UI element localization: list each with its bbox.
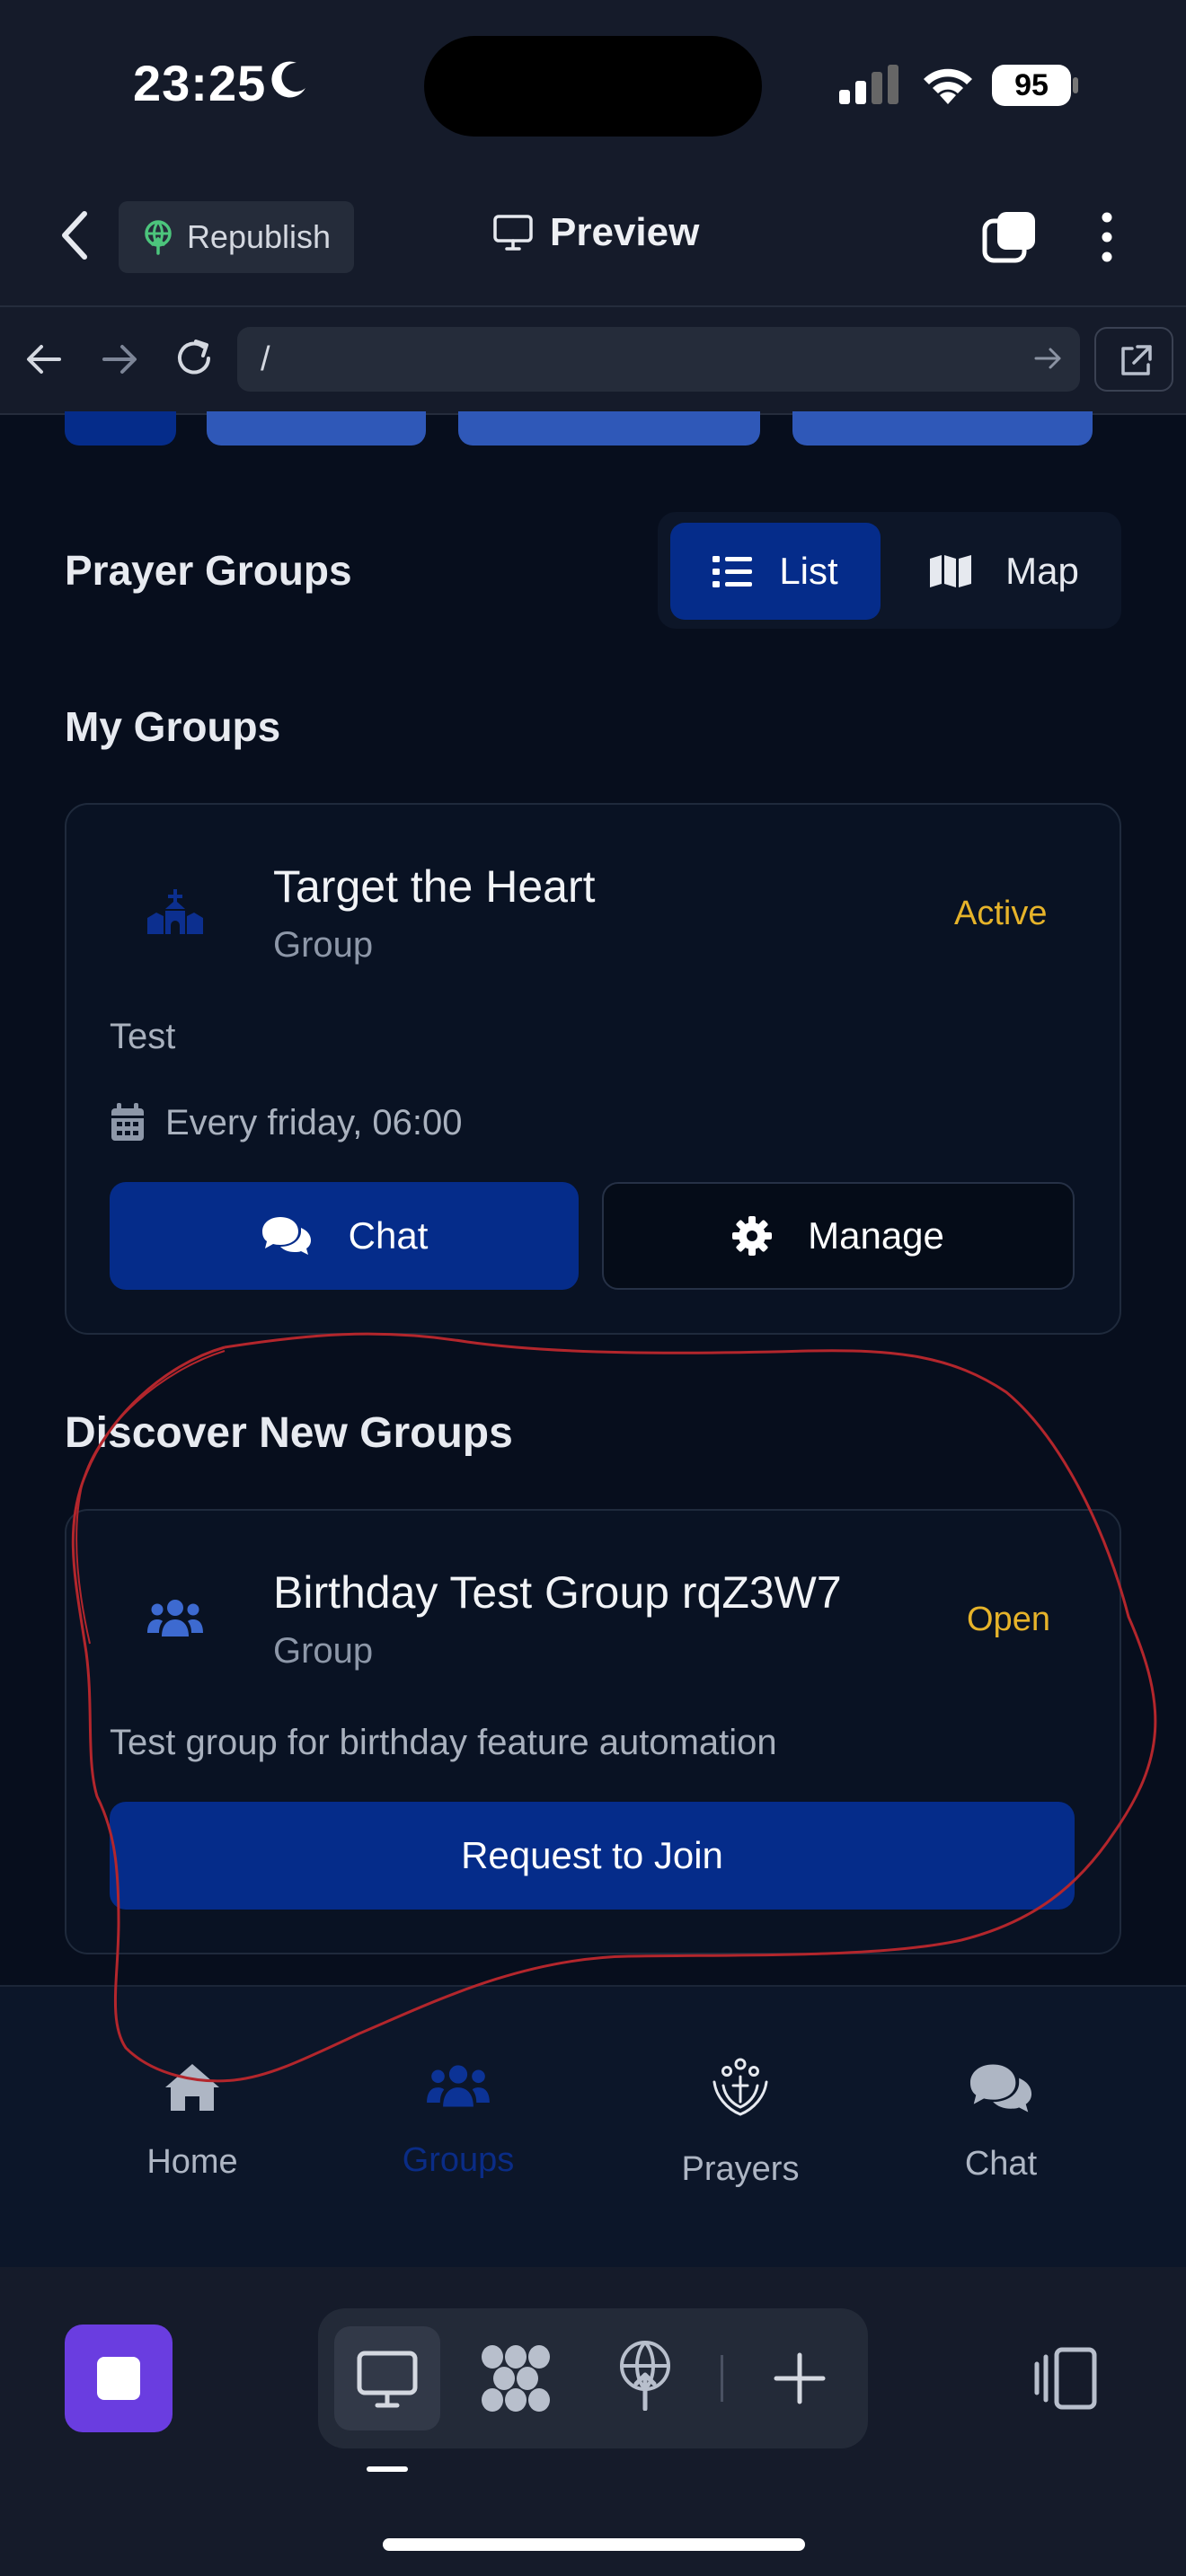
nav-item-chat[interactable]: Chat xyxy=(911,2062,1091,2183)
filter-chip[interactable] xyxy=(458,411,760,446)
battery-level: 95 xyxy=(992,65,1071,106)
url-field[interactable]: / xyxy=(237,327,1080,392)
republish-button[interactable]: Republish xyxy=(119,201,354,273)
device-toggle-icon[interactable] xyxy=(1033,2346,1100,2411)
republish-label: Republish xyxy=(186,218,332,255)
map-icon xyxy=(930,555,972,587)
home-indicator[interactable] xyxy=(383,2538,805,2551)
manage-label: Manage xyxy=(808,1214,944,1257)
filter-chip[interactable] xyxy=(792,411,1093,446)
calendar-icon xyxy=(111,1103,144,1141)
praying-hands-icon xyxy=(712,2058,768,2116)
preview-label: Preview xyxy=(550,210,700,254)
nav-label: Groups xyxy=(402,2141,515,2179)
group-schedule: Every friday, 06:00 xyxy=(165,1103,463,1142)
back-button[interactable] xyxy=(54,207,97,264)
page-title: Prayer Groups xyxy=(65,547,352,594)
list-label: List xyxy=(779,550,838,592)
users-icon xyxy=(427,2065,490,2107)
reload-icon[interactable] xyxy=(174,338,216,379)
comments-icon xyxy=(261,1217,311,1255)
plus-icon[interactable] xyxy=(771,2350,828,2407)
open-external-button[interactable] xyxy=(1094,327,1173,392)
list-icon xyxy=(712,556,753,587)
monitor-icon xyxy=(357,2351,418,2408)
battery-cap xyxy=(1073,77,1078,93)
status-badge: Active xyxy=(954,895,1048,932)
manage-button[interactable]: Manage xyxy=(602,1182,1075,1290)
url-go-icon[interactable] xyxy=(1033,345,1064,372)
group-description: Test group for birthday feature automati… xyxy=(110,1723,777,1762)
home-icon xyxy=(165,2064,219,2111)
tabs-icon[interactable] xyxy=(981,208,1039,266)
chat-button[interactable]: Chat xyxy=(110,1182,579,1290)
group-name: Target the Heart xyxy=(273,861,596,912)
filter-chip[interactable] xyxy=(65,411,176,446)
nav-label: Chat xyxy=(964,2145,1038,2183)
browser-forward-icon[interactable] xyxy=(101,343,138,375)
monitor-icon xyxy=(493,215,533,251)
group-name: Birthday Test Group rqZ3W7 xyxy=(273,1567,842,1618)
comments-icon xyxy=(969,2064,1032,2113)
stop-icon xyxy=(97,2357,140,2400)
active-tool-indicator xyxy=(367,2466,408,2472)
request-to-join-button[interactable]: Request to Join xyxy=(110,1802,1075,1910)
group-type: Group xyxy=(273,1631,374,1671)
publish-globe-icon xyxy=(145,220,172,255)
gear-icon xyxy=(732,1216,773,1256)
desktop-preview-button[interactable] xyxy=(334,2326,440,2430)
divider xyxy=(721,2355,723,2402)
users-icon xyxy=(147,1600,203,1636)
discover-heading: Discover New Groups xyxy=(65,1409,513,1457)
status-time: 23:25 xyxy=(133,55,267,111)
group-type: Group xyxy=(273,925,374,965)
nav-label: Home xyxy=(146,2143,238,2181)
components-icon[interactable] xyxy=(478,2342,553,2414)
status-badge: Open xyxy=(967,1601,1050,1638)
nav-label: Prayers xyxy=(681,2150,800,2188)
external-link-icon xyxy=(1121,345,1152,375)
cellular-signal-icon xyxy=(839,65,898,104)
nav-item-home[interactable]: Home xyxy=(102,2062,282,2182)
map-view-button[interactable]: Map xyxy=(898,523,1109,620)
browser-back-icon[interactable] xyxy=(25,343,63,375)
my-groups-heading: My Groups xyxy=(65,703,281,750)
church-icon xyxy=(147,889,203,934)
chat-label: Chat xyxy=(348,1214,429,1257)
nav-item-prayers[interactable]: Prayers xyxy=(651,2057,830,2189)
preview-title: Preview xyxy=(492,210,699,255)
dynamic-island xyxy=(424,36,762,137)
list-view-button[interactable]: List xyxy=(670,523,881,620)
group-description: Test xyxy=(110,1017,176,1056)
nav-item-groups[interactable]: Groups xyxy=(368,2062,548,2180)
wifi-icon xyxy=(924,68,972,104)
map-label: Map xyxy=(1005,550,1079,592)
moon-icon xyxy=(271,61,305,98)
more-options-icon[interactable] xyxy=(1089,208,1125,266)
publish-globe-icon[interactable] xyxy=(616,2339,674,2411)
filter-chip[interactable] xyxy=(207,411,426,446)
